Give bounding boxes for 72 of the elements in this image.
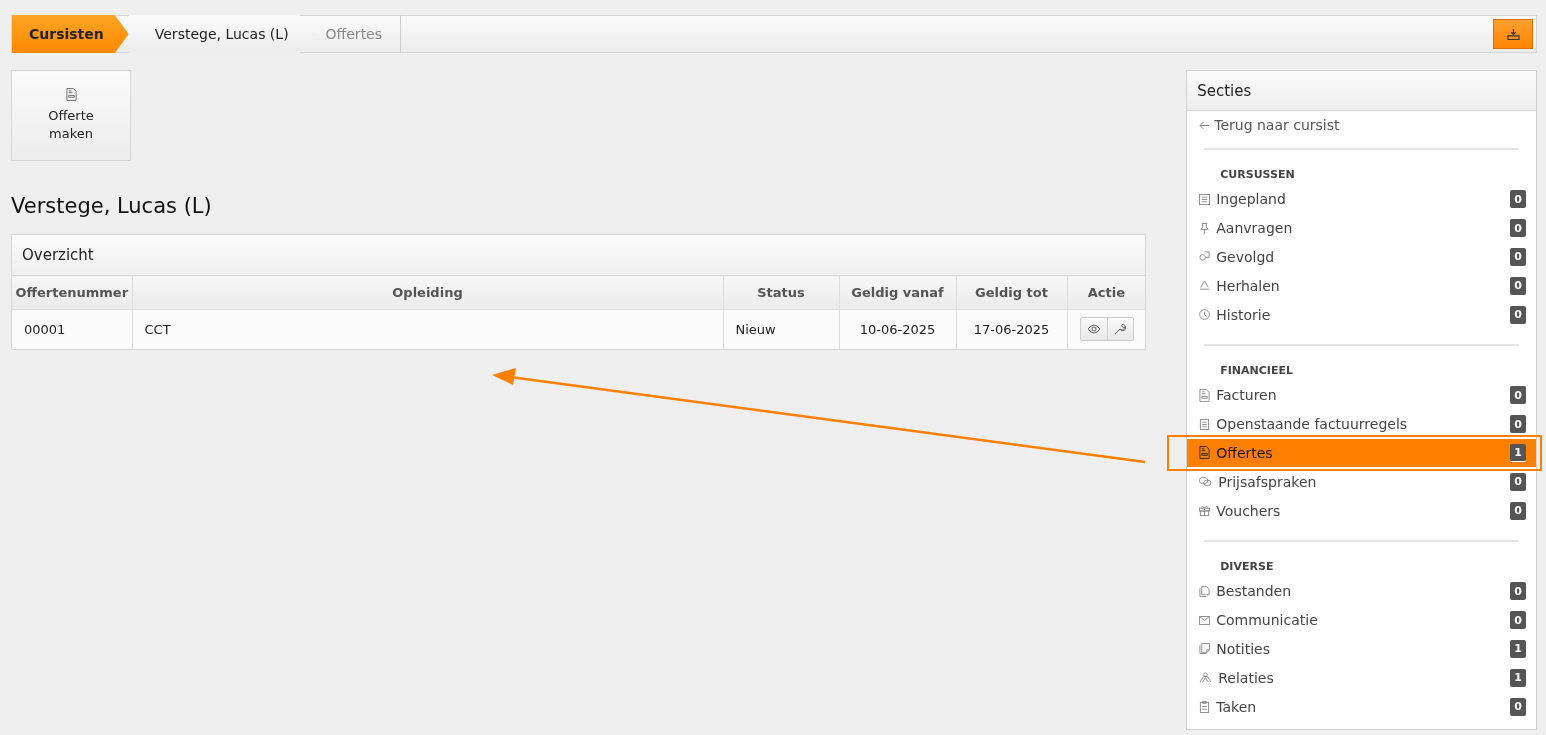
sidebar-item[interactable]: Bestanden 0: [1187, 576, 1536, 606]
note-icon: [1199, 643, 1211, 655]
sidebar-item[interactable]: Offertes 1: [1187, 438, 1536, 468]
count-badge: 0: [1510, 190, 1526, 209]
panel-title: Secties: [1187, 71, 1536, 111]
clock-icon: [1199, 309, 1211, 321]
back-link[interactable]: Terug naar cursist: [1199, 117, 1536, 133]
count-badge: 1: [1510, 443, 1526, 462]
download-button[interactable]: [1493, 19, 1533, 49]
chat-icon: [1199, 476, 1213, 488]
count-badge: 0: [1510, 248, 1526, 266]
create-quote-button[interactable]: Offerte maken: [11, 70, 131, 161]
count-badge: 0: [1510, 305, 1526, 324]
table-cell: Nieuw: [723, 309, 839, 349]
column-header: Status: [723, 276, 839, 309]
panel-title: Overzicht: [12, 235, 1146, 276]
download-icon: [1506, 28, 1520, 40]
document-icon: [1199, 388, 1211, 402]
sidebar-item[interactable]: Historie 0: [1187, 300, 1536, 329]
column-header: Actie: [1067, 276, 1146, 309]
sidebar-item[interactable]: Taken 0: [1187, 692, 1536, 721]
count-badge: 0: [1510, 386, 1526, 405]
section-heading: CURSUSSEN: [1220, 168, 1296, 181]
wrench-icon: [1114, 323, 1126, 336]
sidebar-item[interactable]: Communicatie 0: [1187, 605, 1536, 635]
sidebar-item[interactable]: Gevolgd 0: [1187, 242, 1536, 272]
count-badge: 0: [1510, 697, 1526, 716]
files-icon: [1199, 585, 1211, 597]
count-badge: 0: [1510, 472, 1526, 491]
column-header: Offertenummer: [12, 276, 132, 309]
people-icon: [1199, 672, 1213, 684]
eye-icon: [1086, 324, 1101, 335]
section-heading: FINANCIEEL: [1220, 364, 1294, 377]
section-heading: DIVERSE: [1220, 559, 1275, 573]
envelope-icon: [1199, 615, 1211, 625]
count-badge: 0: [1510, 501, 1526, 520]
count-badge: 1: [1510, 639, 1526, 658]
count-badge: 0: [1510, 611, 1526, 630]
sidebar-item[interactable]: Relaties 1: [1187, 663, 1536, 693]
table-cell: 10-06-2025: [839, 309, 956, 349]
breadcrumb-item[interactable]: Verstege, Lucas (L): [128, 15, 314, 53]
count-badge: 0: [1510, 582, 1526, 601]
document-icon: [65, 88, 77, 101]
shapes-icon: [1199, 251, 1211, 263]
breadcrumb-item: Offertes: [313, 15, 402, 53]
pin-icon: [1199, 222, 1211, 234]
sidebar-item[interactable]: Ingepland 0: [1187, 185, 1536, 214]
sidebar-item[interactable]: Prijsafspraken 0: [1187, 467, 1536, 497]
table-cell: 00001: [12, 309, 132, 349]
table-cell: CCT: [132, 309, 723, 349]
column-header: Opleiding: [132, 276, 723, 309]
arrow-left-icon: [1199, 120, 1211, 130]
clipboard-icon: [1199, 700, 1211, 713]
count-badge: 1: [1510, 668, 1526, 687]
gift-icon: [1199, 505, 1211, 517]
list-icon: [1199, 418, 1211, 430]
sidebar-item[interactable]: Vouchers 0: [1187, 496, 1536, 525]
document-icon: [1199, 446, 1211, 460]
column-header: Geldig vanaf: [839, 276, 956, 309]
sidebar-item[interactable]: Herhalen 0: [1187, 271, 1536, 301]
sidebar-item[interactable]: Openstaande factuurregels 0: [1187, 409, 1536, 439]
count-badge: 0: [1510, 276, 1526, 295]
table-cell: 17-06-2025: [956, 309, 1067, 349]
column-header: Geldig tot: [956, 276, 1067, 309]
list-icon: [1199, 193, 1211, 205]
breadcrumb-item[interactable]: Cursisten: [12, 15, 129, 53]
sidebar-item[interactable]: Facturen 0: [1187, 381, 1536, 410]
sidebar-item[interactable]: Aanvragen 0: [1187, 213, 1536, 243]
page-heading: Verstege, Lucas (L): [11, 194, 213, 218]
count-badge: 0: [1510, 415, 1526, 434]
sidebar-item[interactable]: Notities 1: [1187, 634, 1536, 664]
count-badge: 0: [1510, 219, 1526, 238]
